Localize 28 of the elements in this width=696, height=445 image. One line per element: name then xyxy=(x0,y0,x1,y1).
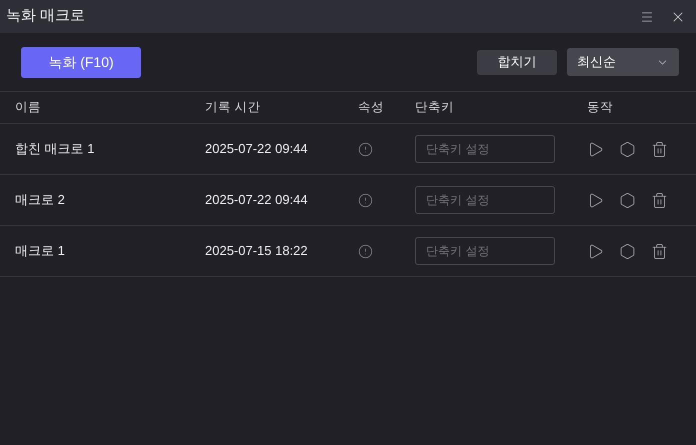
shortcut-field[interactable]: 단축키 설정 xyxy=(415,135,555,163)
record-time: 2025-07-22 09:44 xyxy=(205,192,308,208)
record-button[interactable]: 녹화 (F10) xyxy=(21,46,141,78)
delete-icon[interactable] xyxy=(651,192,668,208)
column-header: 이름 xyxy=(15,100,41,114)
play-icon[interactable] xyxy=(587,192,604,208)
play-icon[interactable] xyxy=(587,140,604,158)
sort-dropdown[interactable]: 최신순 xyxy=(567,48,679,76)
macro-name: 매크로 1 xyxy=(15,243,65,258)
shortcut-field[interactable]: 단축키 설정 xyxy=(415,237,555,265)
column-header: 속성 xyxy=(358,100,384,114)
play-icon[interactable] xyxy=(587,242,604,260)
column-header: 단축키 xyxy=(415,100,454,114)
delete-icon[interactable] xyxy=(651,242,668,260)
merge-button[interactable]: 합치기 xyxy=(477,50,557,74)
warning-icon xyxy=(358,244,373,258)
record-time: 2025-07-22 09:44 xyxy=(205,141,308,156)
delete-icon[interactable] xyxy=(651,140,668,158)
macro-name: 매크로 2 xyxy=(15,192,65,208)
warning-icon xyxy=(358,142,373,156)
window-title: 녹화 매크로 xyxy=(6,6,86,26)
column-header: 동작 xyxy=(587,100,613,114)
record-time: 2025-07-15 18:22 xyxy=(205,243,308,258)
menu-icon[interactable] xyxy=(640,10,654,24)
warning-icon xyxy=(358,192,373,208)
column-header: 기록 시간 xyxy=(205,100,260,114)
macro-name: 합친 매크로 1 xyxy=(15,141,94,156)
shortcut-field[interactable]: 단축키 설정 xyxy=(415,186,555,214)
